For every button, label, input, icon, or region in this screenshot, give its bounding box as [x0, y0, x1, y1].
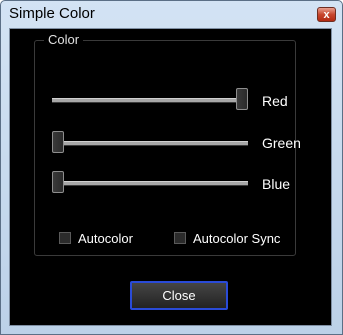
- window-title: Simple Color: [9, 5, 95, 22]
- autocolor-sync-checkbox-box[interactable]: [174, 232, 186, 244]
- green-slider-track: [52, 141, 248, 146]
- color-group-label: Color: [44, 32, 84, 47]
- autocolor-sync-checkbox[interactable]: Autocolor Sync: [174, 230, 280, 246]
- close-button[interactable]: Close: [130, 281, 228, 310]
- green-slider-thumb[interactable]: [52, 131, 64, 153]
- green-label: Green: [262, 135, 301, 151]
- close-icon: x: [323, 8, 330, 21]
- red-slider-track: [52, 98, 248, 103]
- blue-slider[interactable]: [52, 171, 248, 195]
- red-slider-thumb[interactable]: [236, 88, 248, 110]
- red-label: Red: [262, 93, 288, 109]
- blue-slider-thumb[interactable]: [52, 171, 64, 193]
- autocolor-checkbox[interactable]: Autocolor: [59, 230, 133, 246]
- red-slider[interactable]: [52, 88, 248, 112]
- title-bar[interactable]: Simple Color x: [1, 1, 342, 27]
- close-window-button[interactable]: x: [317, 7, 336, 22]
- blue-label: Blue: [262, 176, 291, 192]
- green-slider[interactable]: [52, 131, 248, 155]
- blue-slider-track: [52, 181, 248, 186]
- autocolor-label: Autocolor: [78, 230, 133, 246]
- autocolor-checkbox-box[interactable]: [59, 232, 71, 244]
- autocolor-sync-label: Autocolor Sync: [193, 230, 281, 246]
